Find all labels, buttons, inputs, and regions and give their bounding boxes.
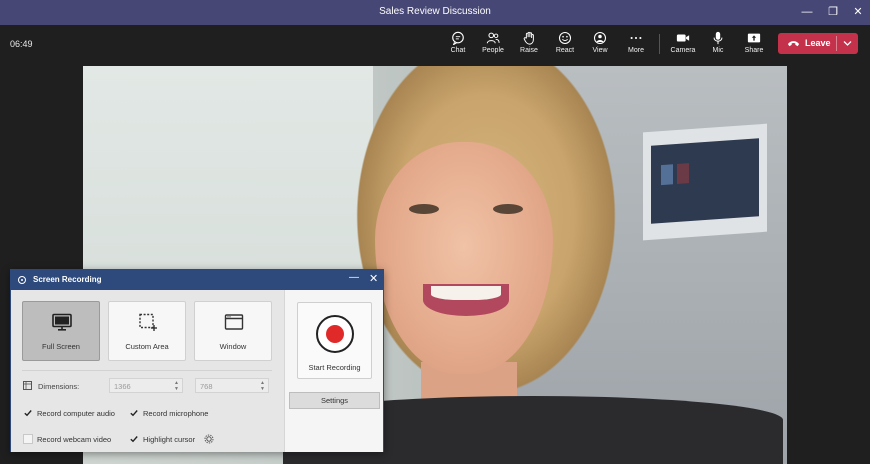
width-stepper[interactable]: 1366 ▲ ▼ [109,378,183,393]
camera-label: Camera [670,47,696,54]
checkmark-icon [24,410,32,417]
hand-icon [523,31,534,45]
record-computer-audio-checkbox[interactable] [23,408,33,418]
full-screen-label: Full Screen [42,342,80,351]
close-button[interactable]: ✕ [850,4,866,20]
mic-icon [713,31,723,45]
height-stepper-arrows[interactable]: ▲ ▼ [260,380,265,392]
record-app-icon [18,276,26,284]
custom-area-mode-button[interactable]: Custom Area [108,301,186,361]
maximize-button[interactable]: ❐ [825,4,841,20]
people-label: People [482,47,504,54]
toolbar-divider [659,34,660,54]
leave-options-dropdown[interactable] [837,33,858,54]
width-value: 1366 [114,382,131,391]
leave-button[interactable]: Leave [778,33,836,54]
camera-button[interactable]: Camera [666,31,700,54]
share-button[interactable]: Share [737,31,771,54]
checkmark-icon [130,436,138,443]
record-webcam-video-checkbox[interactable] [23,434,33,444]
dialog-title-bar[interactable]: Screen Recording — ✕ [11,270,383,290]
participant-eye-right [493,204,523,214]
people-button[interactable]: People [476,31,510,54]
highlight-cursor-label: Highlight cursor [143,435,196,444]
participant-eye-left [409,204,439,214]
camera-icon [676,34,690,42]
width-stepper-arrows[interactable]: ▲ ▼ [174,380,179,392]
custom-area-icon [139,313,157,331]
more-icon [630,36,642,40]
background-monitor [643,123,767,241]
monitor-icon [52,313,72,331]
participant-smile [423,284,509,316]
record-computer-audio-label: Record computer audio [37,409,115,418]
view-label: View [592,47,608,54]
window-icon [224,314,244,330]
smiley-icon [558,31,572,45]
more-button[interactable]: More [619,31,653,54]
raise-hand-button[interactable]: Raise [512,31,546,54]
chat-label: Chat [450,47,466,54]
minimize-button[interactable]: — [799,4,815,20]
react-label: React [555,47,575,54]
record-microphone-label: Record microphone [143,409,209,418]
options-divider [22,370,272,371]
share-label: Share [744,47,764,54]
dialog-close-button[interactable]: ✕ [369,272,378,285]
highlight-cursor-checkbox[interactable] [129,434,139,444]
people-icon [486,32,500,44]
record-microphone-checkbox[interactable] [129,408,139,418]
dialog-title: Screen Recording [33,275,102,284]
custom-area-label: Custom Area [125,342,169,351]
meeting-timer: 06:49 [10,39,33,49]
phone-hangup-icon [787,41,800,47]
settings-button[interactable]: Settings [289,392,380,409]
more-label: More [628,47,644,54]
recording-actions-pane: Start Recording Settings [284,290,383,452]
react-button[interactable]: React [548,31,582,54]
teams-meeting-window: Sales Review Discussion — ❐ ✕ 06:49 Chat… [0,0,870,464]
view-button[interactable]: View [583,31,617,54]
meeting-toolbar: 06:49 Chat People Raise React View More [0,25,870,63]
window-label: Window [219,342,247,351]
checkmark-icon [130,410,138,417]
window-mode-button[interactable]: Window [194,301,272,361]
raise-label: Raise [520,47,538,54]
cursor-settings-gear-icon[interactable] [204,434,214,444]
dimensions-icon [23,381,32,390]
title-bar: Sales Review Discussion — ❐ ✕ [0,0,870,25]
view-icon [593,31,607,45]
full-screen-mode-button[interactable]: Full Screen [22,301,100,361]
mic-button[interactable]: Mic [701,31,735,54]
record-webcam-video-label: Record webcam video [37,435,112,444]
leave-label: Leave [805,38,831,48]
dialog-minimize-button[interactable]: — [349,272,359,283]
leave-button-group: Leave [778,33,858,54]
height-stepper[interactable]: 768 ▲ ▼ [195,378,269,393]
start-recording-label: Start Recording [308,363,361,372]
screen-recording-dialog: Screen Recording — ✕ Full Screen Custom … [10,269,384,452]
window-title: Sales Review Discussion [379,6,491,17]
capture-options-pane: Full Screen Custom Area Window Dimension… [11,290,284,452]
start-recording-button[interactable]: Start Recording [297,302,372,379]
dimensions-label: Dimensions: [38,382,80,391]
chevron-down-icon [843,41,852,46]
record-button-icon [316,315,354,353]
chat-icon [452,31,464,45]
chat-button[interactable]: Chat [441,31,475,54]
mic-label: Mic [712,47,724,54]
height-value: 768 [200,382,213,391]
share-icon [747,33,761,43]
